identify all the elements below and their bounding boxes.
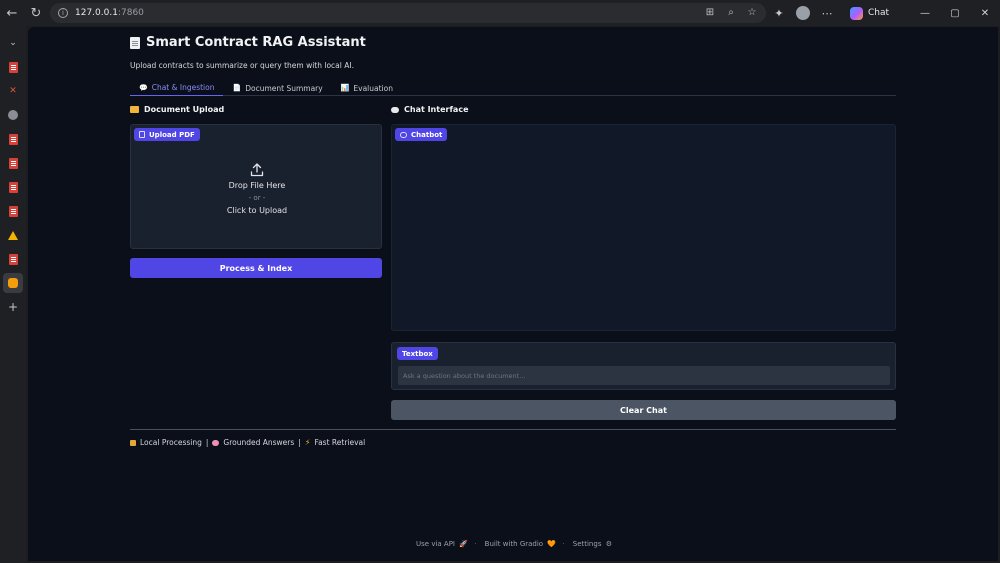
upload-pdf-label: Upload PDF: [134, 128, 200, 141]
tab-bar: 💬 Chat & Ingestion 📄 Document Summary 📊 …: [130, 80, 896, 96]
profile-avatar[interactable]: [796, 6, 810, 20]
clear-chat-button[interactable]: Clear Chat: [391, 400, 896, 420]
drop-file-text: Drop File Here: [228, 181, 286, 190]
pdf-icon: [8, 157, 18, 169]
tab-evaluation[interactable]: 📊 Evaluation: [332, 80, 402, 96]
speech-bubble-icon: 💬: [139, 83, 148, 92]
chatbot-label: Chatbot: [395, 128, 448, 141]
chat-icon: [400, 131, 407, 138]
address-bar[interactable]: i 127.0.0.1:7860 ⊞ ⌕ ☆: [50, 3, 766, 23]
file-icon: [139, 131, 145, 138]
bar-chart-icon: 📊: [340, 84, 350, 92]
lightning-icon: ⚡: [304, 438, 311, 447]
favorite-star-icon[interactable]: ☆: [746, 6, 758, 18]
sidebar-tab-pdf-7[interactable]: [3, 201, 23, 221]
use-via-api-link[interactable]: Use via API 🚀: [414, 540, 468, 548]
close-icon[interactable]: ✕: [970, 0, 1000, 26]
sidebar-tab-pdf-5[interactable]: [3, 153, 23, 173]
feature-footer: Local Processing | Grounded Answers | ⚡ …: [130, 438, 365, 447]
lock-icon: [130, 439, 136, 446]
textbox-block: Textbox Ask a question about the documen…: [391, 342, 896, 390]
page-title-text: Smart Contract RAG Assistant: [146, 35, 366, 50]
copilot-icon: [850, 6, 863, 20]
site-info-icon[interactable]: i: [58, 8, 68, 18]
sidebar-tab-pdf-4[interactable]: [3, 129, 23, 149]
upload-icon: [250, 163, 264, 177]
tab-label: Document Summary: [245, 83, 323, 93]
maximize-icon[interactable]: ▢: [940, 0, 970, 26]
close-x-icon: ✕: [9, 86, 17, 96]
more-options-icon[interactable]: ⋯: [816, 0, 838, 26]
tab-chat-ingestion[interactable]: 💬 Chat & Ingestion: [130, 80, 224, 96]
sidebar-tab-gradio-active[interactable]: [3, 273, 23, 293]
minimize-icon[interactable]: —: [910, 0, 940, 26]
zoom-icon[interactable]: ⌕: [725, 6, 737, 18]
page-title: Smart Contract RAG Assistant: [130, 35, 366, 50]
click-to-upload-text: Click to Upload: [226, 206, 288, 215]
textbox-label: Textbox: [397, 347, 438, 360]
back-icon[interactable]: ←: [0, 0, 24, 26]
browser-sidebar: ⌄ ✕ +: [0, 26, 26, 563]
chat-interface-heading: Chat Interface: [391, 105, 469, 114]
app-viewport: Smart Contract RAG Assistant Upload cont…: [28, 27, 998, 561]
sidebar-tab-pdf-6[interactable]: [3, 177, 23, 197]
globe-icon: [8, 110, 18, 120]
apps-icon[interactable]: ⊞: [704, 6, 716, 18]
question-input[interactable]: Ask a question about the document...: [398, 366, 890, 385]
process-index-button[interactable]: Process & Index: [130, 258, 382, 278]
built-with-gradio-link[interactable]: Built with Gradio 🧡: [483, 540, 556, 548]
tab-label: Chat & Ingestion: [151, 83, 215, 92]
tab-list-chevron-icon[interactable]: ⌄: [3, 33, 23, 53]
copilot-chat-button[interactable]: Chat: [842, 4, 897, 22]
copilot-label: Chat: [868, 8, 890, 18]
sidebar-tab-drive[interactable]: [3, 225, 23, 245]
drive-icon: [8, 230, 18, 240]
document-icon: [130, 36, 140, 49]
settings-link[interactable]: Settings ⚙: [571, 540, 612, 548]
gradio-footer: Use via API 🚀 · Built with Gradio 🧡 · Se…: [414, 540, 612, 548]
page-subtitle: Upload contracts to summarize or query t…: [130, 61, 354, 70]
document-upload-heading: Document Upload: [130, 105, 224, 114]
extensions-icon[interactable]: ✦: [768, 0, 790, 26]
sidebar-new-tab-icon[interactable]: +: [3, 297, 23, 317]
pdf-icon: [8, 61, 18, 73]
pdf-icon: [8, 253, 18, 265]
refresh-icon[interactable]: ↻: [24, 0, 48, 26]
browser-toolbar: ← ↻ i 127.0.0.1:7860 ⊞ ⌕ ☆ ✦ ⋯ Chat — ▢ …: [0, 0, 1000, 26]
brain-icon: [212, 439, 220, 446]
tab-document-summary[interactable]: 📄 Document Summary: [223, 80, 331, 96]
address-url[interactable]: 127.0.0.1:7860: [75, 8, 144, 18]
pdf-icon: [8, 205, 18, 217]
pdf-icon: [8, 181, 18, 193]
tab-label: Evaluation: [353, 83, 393, 93]
gradio-icon: [8, 278, 18, 288]
chat-bubble-icon: [391, 106, 399, 113]
page-icon: 📄: [232, 84, 242, 92]
chatbot-panel[interactable]: Chatbot: [391, 124, 896, 331]
sidebar-tab-pdf-9[interactable]: [3, 249, 23, 269]
pdf-icon: [8, 133, 18, 145]
divider: [130, 429, 896, 430]
sidebar-tab-3[interactable]: [3, 105, 23, 125]
file-dropzone[interactable]: Upload PDF Drop File Here - or - Click t…: [130, 124, 382, 249]
sidebar-tab-2[interactable]: ✕: [3, 81, 23, 101]
sidebar-tab-pdf-1[interactable]: [3, 57, 23, 77]
folder-icon: [130, 106, 139, 113]
or-separator: - or -: [248, 194, 266, 202]
